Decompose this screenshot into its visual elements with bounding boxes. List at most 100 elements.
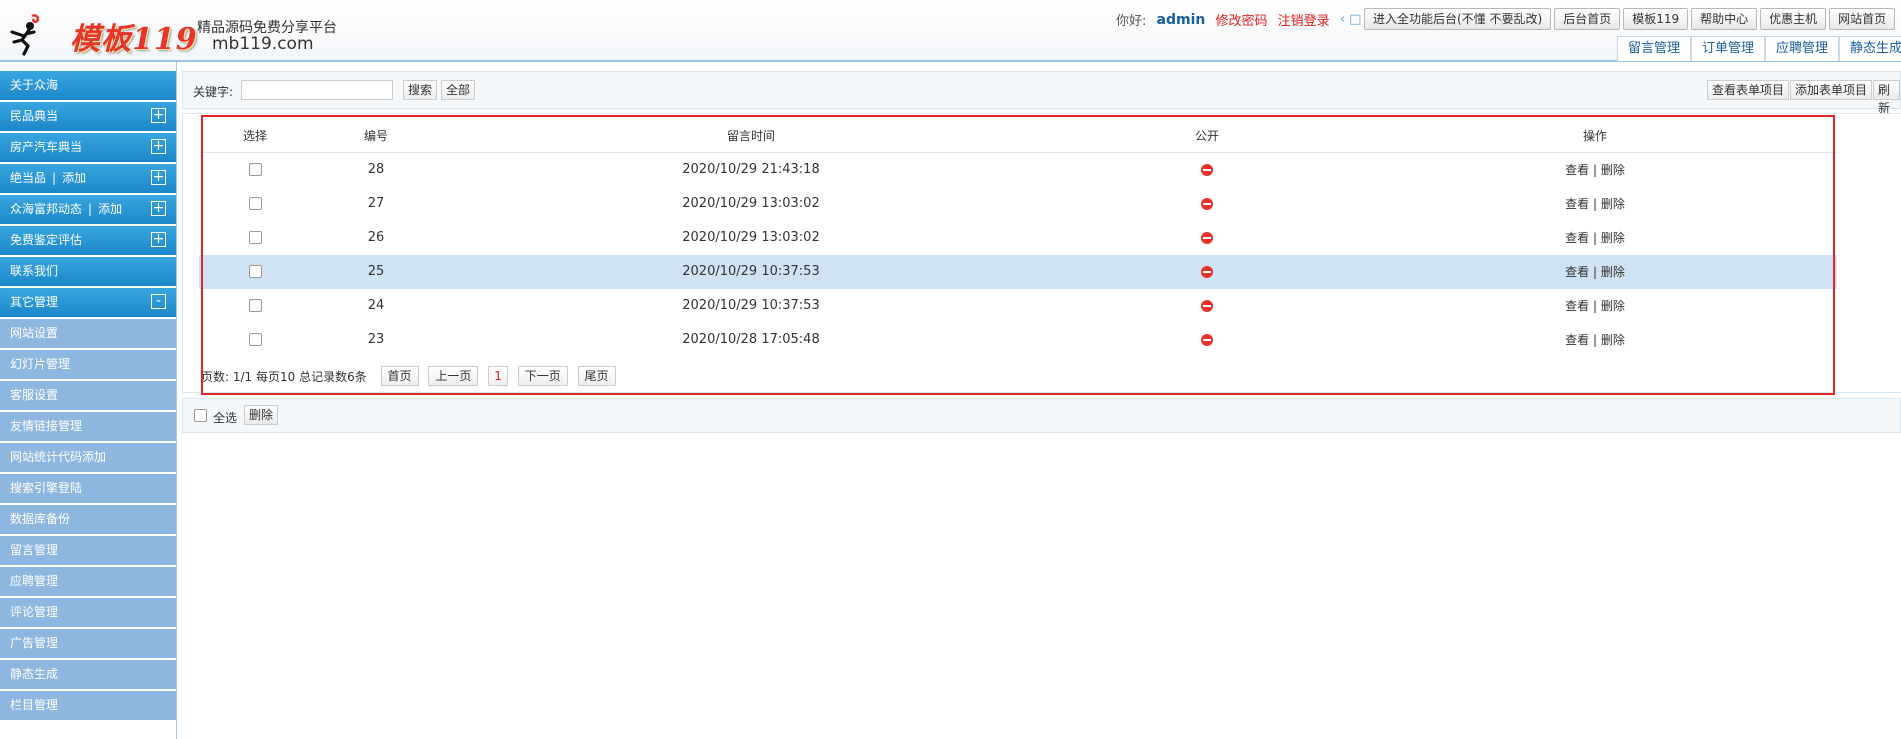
sidebar-add-link[interactable]: 添加 [62, 171, 86, 185]
delete-link[interactable]: 删除 [1601, 299, 1625, 313]
table-row[interactable]: 26 2020/10/29 13:03:02 查看 | 删除 [199, 221, 1837, 255]
tab-static-generate[interactable]: 静态生成 [1839, 36, 1901, 61]
site-home-button[interactable]: 网站首页 [1829, 8, 1896, 30]
show-all-button[interactable]: 全部 [441, 80, 476, 100]
header-public: 公开 [1194, 129, 1219, 143]
sidebar-item-columns[interactable]: 栏目管理 [0, 691, 176, 722]
sidebar-item-stats-code[interactable]: 网站统计代码添加 [0, 443, 176, 474]
not-public-icon[interactable] [1201, 333, 1213, 346]
row-id: 27 [367, 196, 385, 211]
row-public-cell [1061, 221, 1353, 255]
sidebar-item-comments[interactable]: 评论管理 [0, 598, 176, 629]
view-link[interactable]: 查看 [1565, 333, 1589, 347]
sidebar-item-messages[interactable]: 留言管理 [0, 536, 176, 567]
delete-link[interactable]: 删除 [1601, 197, 1625, 211]
sidebar-item-label: 免费鉴定评估 [10, 233, 83, 247]
delete-link[interactable]: 删除 [1601, 231, 1625, 245]
expand-plus-icon[interactable]: + [151, 232, 166, 247]
search-button[interactable]: 搜索 [403, 80, 438, 100]
expand-plus-icon[interactable]: + [151, 108, 166, 123]
page-1-button[interactable]: 1 [488, 366, 508, 386]
view-link[interactable]: 查看 [1565, 265, 1589, 279]
bulk-delete-button[interactable]: 删除 [244, 405, 279, 425]
help-center-button[interactable]: 帮助中心 [1691, 8, 1758, 30]
sidebar-item-db-backup[interactable]: 数据库备份 [0, 505, 176, 536]
discount-host-button[interactable]: 优惠主机 [1760, 8, 1827, 30]
tab-applications[interactable]: 应聘管理 [1765, 36, 1840, 61]
expand-plus-icon[interactable]: + [151, 201, 166, 216]
keyword-label: 关键字: [193, 85, 234, 99]
mb119-button[interactable]: 模板119 [1623, 8, 1689, 30]
table-row[interactable]: 27 2020/10/29 13:03:02 查看 | 删除 [199, 187, 1837, 221]
view-link[interactable]: 查看 [1565, 299, 1589, 313]
add-form-item-button[interactable]: 添加表单项目 [1790, 80, 1873, 100]
sidebar-item-static[interactable]: 静态生成 [0, 660, 176, 691]
row-select-cell [199, 187, 311, 221]
row-checkbox[interactable] [248, 265, 262, 278]
sidebar-add-link[interactable]: 添加 [98, 202, 122, 216]
view-link[interactable]: 查看 [1565, 231, 1589, 245]
search-bar: 关键字: 搜索 全部 查看表单项目 添加表单项目 刷新 [182, 71, 1901, 115]
change-password-link[interactable]: 修改密码 [1216, 14, 1268, 29]
logo-domain: mb119.com [212, 34, 314, 54]
row-checkbox[interactable] [248, 163, 262, 176]
view-link[interactable]: 查看 [1565, 163, 1589, 177]
sidebar-item-site-settings[interactable]: 网站设置 [0, 319, 176, 350]
view-form-items-button[interactable]: 查看表单项目 [1707, 80, 1790, 100]
not-public-icon[interactable] [1201, 299, 1213, 312]
sidebar-item-applications[interactable]: 应聘管理 [0, 567, 176, 598]
collapse-minus-icon[interactable]: - [151, 294, 166, 309]
separator: | [1592, 333, 1598, 347]
table-row[interactable]: 28 2020/10/29 21:43:18 查看 | 删除 [199, 153, 1837, 187]
prev-page-button[interactable]: 上一页 [428, 366, 479, 386]
header-time: 留言时间 [726, 129, 775, 143]
first-page-button[interactable]: 首页 [380, 366, 419, 386]
sidebar-item-customer-service[interactable]: 客服设置 [0, 381, 176, 412]
refresh-button[interactable]: 刷新 [1873, 80, 1900, 115]
table-row[interactable]: 23 2020/10/28 17:05:48 查看 | 删除 [199, 323, 1837, 357]
table-row[interactable]: 25 2020/10/29 10:37:53 查看 | 删除 [199, 255, 1837, 289]
not-public-icon[interactable] [1201, 265, 1213, 278]
row-id: 26 [367, 230, 385, 245]
row-actions: 查看 | 删除 [1353, 289, 1837, 323]
tab-messages[interactable]: 留言管理 [1617, 36, 1692, 61]
last-page-button[interactable]: 尾页 [577, 366, 616, 386]
sidebar-item-forfeited[interactable]: 绝当品 | 添加 + [0, 164, 176, 195]
not-public-icon[interactable] [1201, 197, 1213, 210]
sidebar-item-estate-pawn[interactable]: 房产汽车典当 + [0, 133, 176, 164]
sidebar-item-search-engine[interactable]: 搜索引擎登陆 [0, 474, 176, 505]
view-link[interactable]: 查看 [1565, 197, 1589, 211]
expand-plus-icon[interactable]: + [151, 170, 166, 185]
sidebar-item-contact[interactable]: 联系我们 [0, 257, 176, 288]
sidebar-item-label: 绝当品 [10, 171, 47, 185]
row-checkbox[interactable] [248, 197, 262, 210]
row-checkbox[interactable] [248, 299, 262, 312]
sidebar-item-friend-links[interactable]: 友情链接管理 [0, 412, 176, 443]
sidebar-item-news[interactable]: 众海富邦动态 | 添加 + [0, 195, 176, 226]
next-page-button[interactable]: 下一页 [517, 366, 568, 386]
logout-link[interactable]: 注销登录 [1278, 14, 1330, 29]
not-public-icon[interactable] [1201, 163, 1213, 176]
row-checkbox[interactable] [248, 333, 262, 346]
sidebar-item-appraisal[interactable]: 免费鉴定评估 + [0, 226, 176, 257]
row-public-cell [1061, 289, 1353, 323]
select-all-checkbox[interactable] [194, 409, 207, 422]
admin-home-button[interactable]: 后台首页 [1554, 8, 1621, 30]
sidebar: 关于众海 民品典当 + 房产汽车典当 + 绝当品 | 添加 + 众海富邦动态 | 添加 … [0, 71, 176, 722]
delete-link[interactable]: 删除 [1601, 163, 1625, 177]
sidebar-item-slideshow[interactable]: 幻灯片管理 [0, 350, 176, 381]
row-public-cell [1061, 323, 1353, 357]
keyword-input[interactable] [241, 80, 393, 100]
delete-link[interactable]: 删除 [1601, 265, 1625, 279]
tab-orders[interactable]: 订单管理 [1691, 36, 1766, 61]
not-public-icon[interactable] [1201, 231, 1213, 244]
row-checkbox[interactable] [248, 231, 262, 244]
delete-link[interactable]: 删除 [1601, 333, 1625, 347]
expand-plus-icon[interactable]: + [151, 139, 166, 154]
sidebar-item-other[interactable]: 其它管理 - [0, 288, 176, 319]
full-admin-button[interactable]: 进入全功能后台(不懂 不要乱改) [1364, 8, 1552, 30]
sidebar-item-about[interactable]: 关于众海 [0, 71, 176, 102]
table-row[interactable]: 24 2020/10/29 10:37:53 查看 | 删除 [199, 289, 1837, 323]
sidebar-item-goods-pawn[interactable]: 民品典当 + [0, 102, 176, 133]
sidebar-item-ads[interactable]: 广告管理 [0, 629, 176, 660]
